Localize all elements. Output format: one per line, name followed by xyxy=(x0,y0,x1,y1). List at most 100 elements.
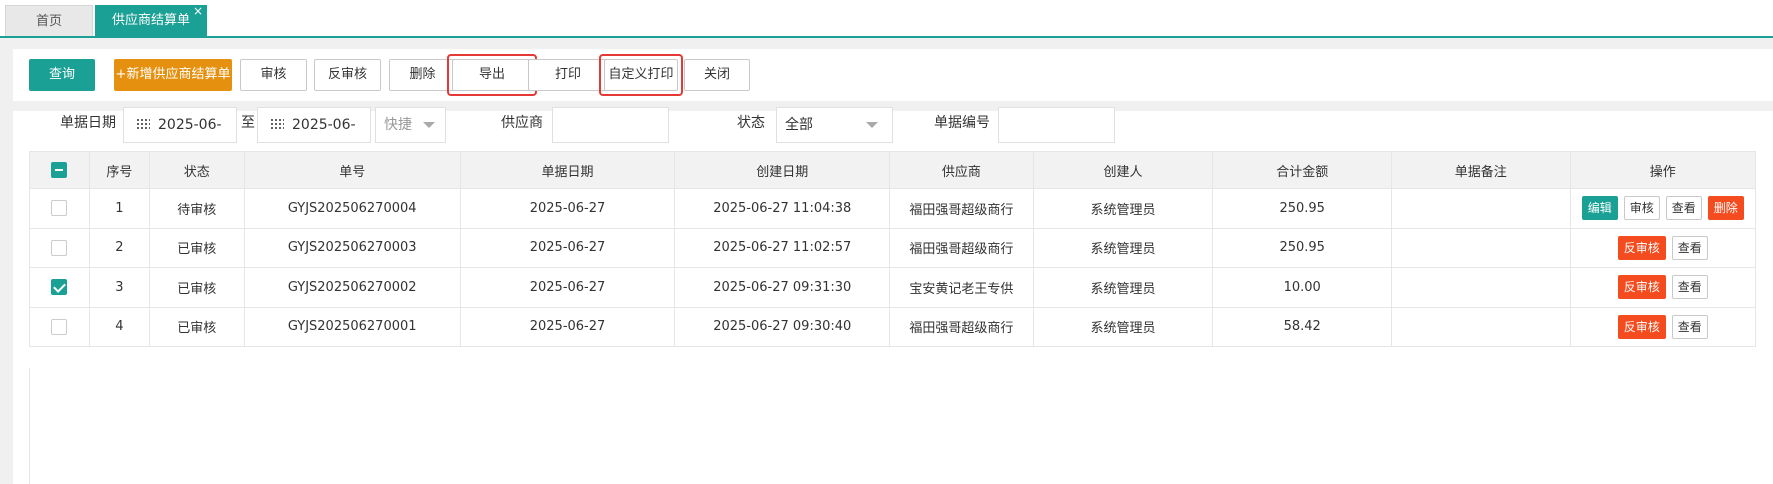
col-header: 序号 xyxy=(88,151,150,189)
row-doc-link[interactable]: GYJS202506270001 xyxy=(243,306,461,347)
supplier-input[interactable] xyxy=(552,107,669,143)
row-checkbox[interactable] xyxy=(51,239,68,256)
unapprove-row-button[interactable]: 反审核 xyxy=(1617,235,1666,260)
row-actions: 反审核 查看 xyxy=(1569,227,1757,268)
view-button[interactable]: 查看 xyxy=(1665,196,1702,221)
tab-home[interactable]: 首页 xyxy=(5,5,93,36)
close-button[interactable]: 关闭 xyxy=(684,59,750,91)
row-created: 2025-06-27 09:30:40 xyxy=(674,306,891,347)
row-checkbox[interactable] xyxy=(51,318,68,335)
row-actions: 反审核 查看 xyxy=(1569,306,1757,347)
unapprove-row-button[interactable]: 反审核 xyxy=(1617,314,1666,339)
plus-icon: + xyxy=(115,67,127,82)
row-doc-link[interactable]: GYJS202506270002 xyxy=(243,267,461,308)
row-remark xyxy=(1390,306,1571,347)
date-to-input[interactable]: 2025-06-27 xyxy=(257,107,371,167)
custom-print-button[interactable]: 自定义打印 xyxy=(604,59,678,91)
status-select[interactable]: 全部 xyxy=(776,107,893,143)
view-button[interactable]: 查看 xyxy=(1671,235,1708,260)
row-doc-link[interactable]: GYJS202506270004 xyxy=(243,188,461,229)
row-supplier: 宝安黄记老王专供 xyxy=(889,267,1034,308)
settlement-table: 序号 状态 单号 单据日期 创建日期 供应商 创建人 合计金额 单据备注 操作 … xyxy=(29,151,1757,347)
docno-input[interactable] xyxy=(998,107,1115,143)
table-row[interactable]: 3 已审核 GYJS202506270002 2025-06-27 2025-0… xyxy=(29,267,1757,308)
row-status: 已审核 xyxy=(148,306,245,347)
close-icon[interactable]: × xyxy=(193,0,203,27)
col-header: 供应商 xyxy=(889,151,1034,189)
query-button[interactable]: 查询 xyxy=(29,59,95,91)
tab-bar: 首页 供应商结算单 × xyxy=(0,0,1773,38)
date-from-input[interactable]: 2025-06-27 xyxy=(123,107,237,167)
approve-row-button[interactable]: 审核 xyxy=(1623,196,1660,221)
select-all-checkbox[interactable] xyxy=(51,162,68,178)
tab-supplier-settlement[interactable]: 供应商结算单 × xyxy=(95,4,207,36)
row-doc-link[interactable]: GYJS202506270003 xyxy=(243,227,461,268)
unapprove-button[interactable]: 反审核 xyxy=(314,59,381,91)
row-creator: 系统管理员 xyxy=(1032,306,1214,347)
quick-placeholder: 快捷 xyxy=(384,117,412,133)
row-date: 2025-06-27 xyxy=(459,227,676,268)
main-panel: 单据日期 2025-06-27 至 2025-06-27 快捷 供应商 状态 全… xyxy=(13,107,1773,484)
row-supplier: 福田强哥超级商行 xyxy=(889,188,1034,229)
row-amount: 250.95 xyxy=(1212,188,1392,229)
row-date: 2025-06-27 xyxy=(459,267,676,308)
delete-row-button[interactable]: 删除 xyxy=(1707,196,1744,221)
print-button[interactable]: 打印 xyxy=(528,59,608,91)
table-row[interactable]: 4 已审核 GYJS202506270001 2025-06-27 2025-0… xyxy=(29,306,1757,347)
quick-select[interactable]: 快捷 xyxy=(375,107,446,143)
toolbar: 查询 +新增供应商结算单 审核 反审核 删除 导出 打印 自定义打印 关闭 xyxy=(13,49,1773,101)
status-label: 状态 xyxy=(737,115,765,131)
view-button[interactable]: 查看 xyxy=(1671,275,1708,300)
row-seq: 2 xyxy=(88,227,150,268)
chevron-down-icon xyxy=(423,122,435,128)
row-seq: 4 xyxy=(88,306,150,347)
calendar-icon xyxy=(136,118,150,130)
to-label: 至 xyxy=(241,115,255,131)
row-checkbox[interactable] xyxy=(51,200,68,217)
col-header: 创建人 xyxy=(1032,151,1214,189)
row-date: 2025-06-27 xyxy=(459,306,676,347)
table-row[interactable]: 2 已审核 GYJS202506270003 2025-06-27 2025-0… xyxy=(29,227,1757,268)
row-remark xyxy=(1390,267,1571,308)
col-header: 操作 xyxy=(1569,151,1757,189)
row-supplier: 福田强哥超级商行 xyxy=(889,227,1034,268)
delete-button[interactable]: 删除 xyxy=(389,59,456,91)
row-remark xyxy=(1390,188,1571,229)
row-amount: 58.42 xyxy=(1212,306,1392,347)
row-created: 2025-06-27 09:31:30 xyxy=(674,267,891,308)
row-created: 2025-06-27 11:02:57 xyxy=(674,227,891,268)
col-header: 单据日期 xyxy=(459,151,676,189)
export-button[interactable]: 导出 xyxy=(452,59,532,91)
col-header: 单据备注 xyxy=(1390,151,1571,189)
row-supplier: 福田强哥超级商行 xyxy=(889,306,1034,347)
row-status: 已审核 xyxy=(148,227,245,268)
table-header-row: 序号 状态 单号 单据日期 创建日期 供应商 创建人 合计金额 单据备注 操作 xyxy=(29,151,1757,189)
view-button[interactable]: 查看 xyxy=(1671,314,1708,339)
row-actions: 编辑 审核 查看 删除 xyxy=(1569,188,1757,229)
table-row[interactable]: 1 待审核 GYJS202506270004 2025-06-27 2025-0… xyxy=(29,188,1757,229)
add-settlement-button[interactable]: +新增供应商结算单 xyxy=(114,59,232,91)
row-status: 待审核 xyxy=(148,188,245,229)
row-date: 2025-06-27 xyxy=(459,188,676,229)
col-header: 合计金额 xyxy=(1212,151,1392,189)
row-seq: 3 xyxy=(88,267,150,308)
status-value: 全部 xyxy=(785,117,813,133)
col-header: 创建日期 xyxy=(674,151,891,189)
row-amount: 10.00 xyxy=(1212,267,1392,308)
row-creator: 系统管理员 xyxy=(1032,227,1214,268)
chevron-down-icon xyxy=(866,122,878,128)
row-status: 已审核 xyxy=(148,267,245,308)
row-creator: 系统管理员 xyxy=(1032,188,1214,229)
calendar-icon xyxy=(270,118,284,130)
docno-label: 单据编号 xyxy=(934,115,990,131)
unapprove-row-button[interactable]: 反审核 xyxy=(1617,275,1666,300)
row-created: 2025-06-27 11:04:38 xyxy=(674,188,891,229)
approve-button[interactable]: 审核 xyxy=(240,59,307,91)
row-amount: 250.95 xyxy=(1212,227,1392,268)
row-checkbox[interactable] xyxy=(51,279,68,296)
edit-button[interactable]: 编辑 xyxy=(1581,196,1618,221)
col-header: 状态 xyxy=(148,151,245,189)
select-all-cell[interactable] xyxy=(29,151,90,189)
date-label: 单据日期 xyxy=(60,115,116,131)
add-settlement-label: 新增供应商结算单 xyxy=(126,67,231,82)
